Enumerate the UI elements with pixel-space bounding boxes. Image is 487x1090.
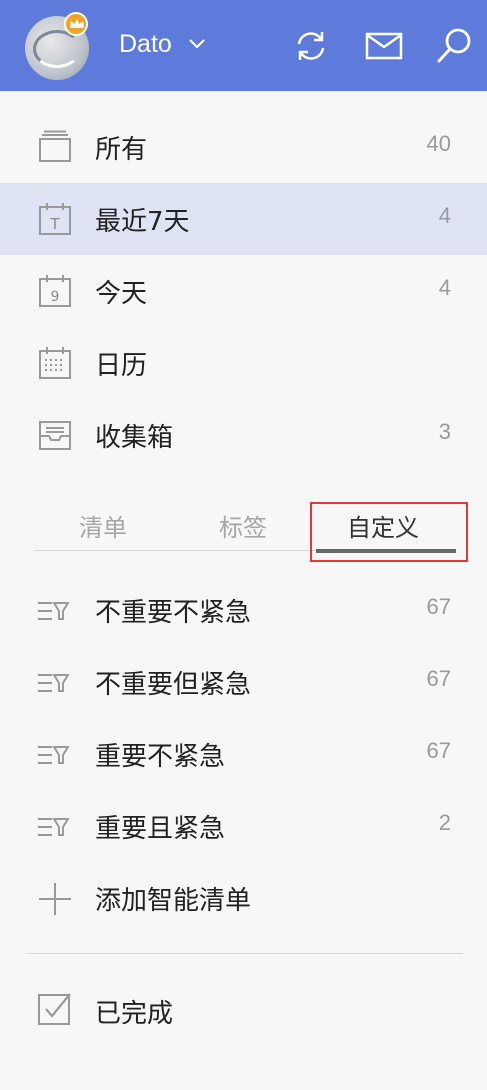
crown-icon [64,12,88,36]
filter-item[interactable]: 不重要不紧急 67 [0,574,487,646]
top-bar: Dato [0,0,487,91]
filter-item-label: 不重要但紧急 [95,670,252,700]
filter-item[interactable]: 重要且紧急 2 [0,790,487,862]
filter-icon [38,602,70,620]
tab-lists[interactable]: 清单 [79,508,127,543]
list-item-all[interactable]: 所有 40 [0,111,487,183]
filter-icon [38,746,70,764]
list-item-label: 所有 [95,135,148,165]
search-icon[interactable] [436,26,474,64]
plus-icon [39,883,71,915]
filter-item-count: 2 [438,810,451,835]
username[interactable]: Dato [119,30,172,59]
filter-item-count: 67 [426,666,451,691]
add-smart-list-label: 添加智能清单 [95,886,252,916]
inbox-icon [39,421,71,450]
calendar-t-icon: T [39,203,71,235]
filter-item-label: 重要且紧急 [95,814,226,844]
tab-tags[interactable]: 标签 [219,508,267,543]
list-item-label: 今天 [95,279,148,309]
svg-text:T: T [49,215,60,233]
list-item-label: 已完成 [95,999,174,1029]
divider [26,953,463,954]
filter-item-label: 不重要不紧急 [95,598,252,628]
list-item-count: 4 [438,275,451,300]
list-item-count: 4 [438,203,451,228]
list-item-last-7-days[interactable]: T 最近7天 4 [0,183,487,255]
filter-item[interactable]: 不重要但紧急 67 [0,646,487,718]
calendar-grid-icon [39,347,71,379]
filter-item[interactable]: 重要不紧急 67 [0,718,487,790]
filter-item-label: 重要不紧急 [95,742,226,772]
checkbox-checked-icon [38,993,71,1025]
highlight-box [310,502,468,562]
list-item-completed[interactable]: 已完成 [0,975,487,1047]
filter-icon [38,674,70,692]
list-item-count: 3 [438,419,451,444]
calendar-today-icon: 9 [39,275,71,307]
mail-icon[interactable] [365,32,403,60]
list-item-calendar[interactable]: 日历 [0,327,487,399]
add-smart-list-button[interactable]: 添加智能清单 [0,862,487,934]
svg-text:9: 9 [51,289,60,305]
filter-item-count: 67 [426,738,451,763]
list-item-count: 40 [426,131,451,156]
all-icon [39,130,71,162]
list-item-inbox[interactable]: 收集箱 3 [0,399,487,471]
sync-icon[interactable] [293,28,329,64]
list-item-today[interactable]: 9 今天 4 [0,255,487,327]
filter-icon [38,818,70,836]
list-item-label: 收集箱 [95,423,174,453]
chevron-down-icon[interactable] [188,38,206,50]
filter-item-count: 67 [426,594,451,619]
list-item-label: 日历 [95,351,148,381]
list-item-label: 最近7天 [95,207,190,237]
